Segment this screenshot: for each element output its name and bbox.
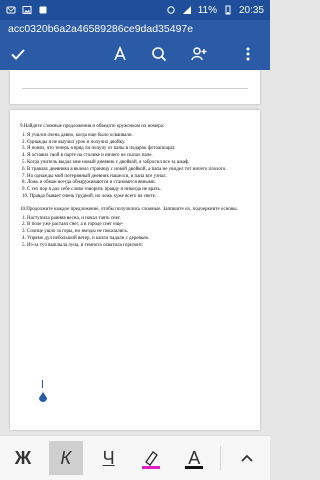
battery-icon bbox=[225, 5, 231, 15]
exercise-9-item: 7. Но однажды мой потерянный дневник наш… bbox=[22, 173, 167, 179]
underline-button[interactable]: Ч bbox=[92, 441, 126, 475]
highlight-swatch bbox=[142, 466, 161, 469]
exercise-10-item: 3. Солнце ушло за горы, но звезды не пок… bbox=[22, 229, 129, 235]
exercise-9-item: 6. В травлях дневника я вклеил страницу … bbox=[22, 166, 227, 172]
check-icon bbox=[11, 49, 25, 60]
font-color-swatch bbox=[185, 466, 204, 469]
signal-icon bbox=[182, 6, 191, 14]
status-left bbox=[6, 5, 48, 15]
exercise-9-item: 1. Я учился очень давно, когда еще было … bbox=[22, 132, 133, 138]
exercise-9-item: 4. Я оставил свой в парте на столике и н… bbox=[22, 153, 153, 159]
share-button[interactable] bbox=[186, 42, 210, 66]
clock: 20:35 bbox=[238, 4, 264, 16]
previous-page bbox=[10, 70, 260, 104]
share-icon bbox=[191, 47, 207, 61]
font-a-icon bbox=[114, 45, 126, 61]
image-icon bbox=[22, 6, 32, 14]
exercise-9-item: 8. Ложь и обман всегда обнаруживаются и … bbox=[22, 180, 156, 186]
exercise-9-item: 5. Когда учитель выдал мне новый дневник… bbox=[22, 159, 190, 165]
page-divider bbox=[22, 88, 248, 89]
exercise-9-item: 2. Однажды я не выучил урок и получил дв… bbox=[22, 139, 126, 145]
current-page[interactable]: 9.Найдите сложные предложения и обведите… bbox=[10, 110, 260, 430]
highlighter-icon bbox=[145, 451, 159, 466]
status-bar: 11% 20:35 bbox=[0, 0, 270, 20]
exercise-9-item: 10. Правда бывает очень трудной, но ложь… bbox=[22, 193, 157, 199]
search-button[interactable] bbox=[147, 42, 171, 66]
italic-label: К bbox=[60, 447, 72, 468]
font-color-button[interactable]: A bbox=[177, 441, 211, 475]
exercise-10-item: 2. В поле уже растаял снег, а в городе с… bbox=[22, 222, 124, 228]
bold-label: Ж bbox=[14, 447, 32, 468]
search-icon bbox=[152, 47, 167, 62]
underline-label: Ч bbox=[102, 447, 115, 468]
app-icon bbox=[39, 6, 47, 14]
highlight-button[interactable] bbox=[134, 441, 168, 475]
battery-percent: 11% bbox=[197, 4, 217, 16]
formatting-toolbar: Ж К Ч A bbox=[0, 435, 270, 480]
exercise-10-item: 4. Упрямо дул небольшой ветер, и капли п… bbox=[22, 235, 150, 241]
chevron-up-icon bbox=[241, 454, 253, 462]
cursor-handle-icon[interactable] bbox=[38, 392, 48, 406]
exercise-9-item: 9. С тех пор я дал себе слово говорить п… bbox=[22, 187, 162, 193]
text-cursor bbox=[42, 380, 43, 388]
exercise-10-title: 10.Продолжите каждое предложение, чтобы … bbox=[20, 206, 238, 212]
more-vertical-icon bbox=[246, 47, 250, 61]
notification-icon bbox=[6, 6, 16, 14]
exercise-10-item: 1. Наступила ранняя весна, и начал таять… bbox=[22, 215, 121, 221]
exercise-9-item: 3. Я понял, что теперь я вряд ли получу … bbox=[22, 146, 176, 152]
toolbar-separator bbox=[220, 446, 222, 470]
sync-icon bbox=[166, 6, 175, 14]
font-button[interactable] bbox=[108, 42, 132, 66]
more-button[interactable] bbox=[236, 42, 260, 66]
document-area[interactable]: 9.Найдите сложные предложения и обведите… bbox=[0, 70, 270, 435]
italic-button[interactable]: К bbox=[48, 441, 83, 475]
expand-ribbon-button[interactable] bbox=[230, 441, 264, 475]
document-title: acc0320b6a2a46589286ce9dad35497e bbox=[0, 20, 270, 38]
bold-button[interactable]: Ж bbox=[6, 441, 40, 475]
exercise-10-item: 5. Из-за туч выплыла луна, и темнота охв… bbox=[22, 242, 143, 248]
accept-button[interactable] bbox=[6, 42, 30, 66]
toolbar bbox=[0, 38, 270, 70]
exercise-9-title: 9.Найдите сложные предложения и обведите… bbox=[20, 124, 165, 129]
status-right: 11% 20:35 bbox=[166, 5, 264, 16]
